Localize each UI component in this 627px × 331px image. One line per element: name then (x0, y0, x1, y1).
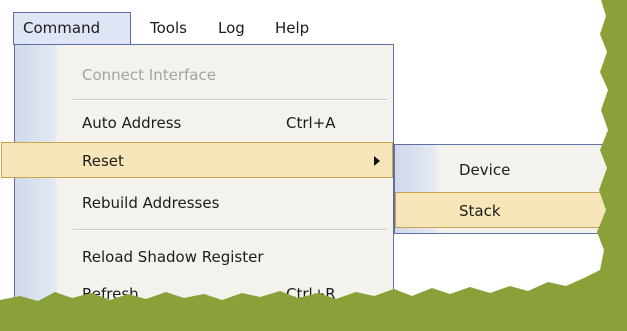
menu-item-label: Auto Address (82, 114, 182, 132)
menu-item-reset[interactable]: Reset (1, 142, 393, 178)
submenu-arrow-icon (374, 156, 380, 166)
menu-item-connect-interface: Connect Interface (15, 57, 393, 93)
screenshot-canvas: Command Tools Log Help Connect Interface… (0, 0, 627, 331)
menu-item-label: Rebuild Addresses (82, 194, 220, 212)
menu-log-label: Log (218, 19, 245, 37)
command-dropdown-menu: Connect Interface Auto Address Ctrl+A Re… (1, 44, 394, 331)
menu-item-refresh[interactable]: Refresh Ctrl+R (15, 276, 393, 312)
menu-log[interactable]: Log (209, 12, 254, 45)
menu-command[interactable]: Command (13, 12, 131, 45)
menu-item-label: Stack (459, 202, 501, 220)
menu-item-label: Reload Shadow Register (82, 248, 264, 266)
menu-bar: Command Tools Log Help (13, 12, 607, 45)
menu-item-rebuild-addresses[interactable]: Rebuild Addresses (15, 185, 393, 221)
menu-item-shortcut: Ctrl+A (286, 114, 336, 132)
reset-submenu: Device Stack (394, 144, 610, 234)
menu-item-shortcut: Ctrl+R (286, 285, 336, 303)
menu-help[interactable]: Help (266, 12, 318, 45)
submenu-item-stack[interactable]: Stack (395, 192, 609, 228)
menu-tools[interactable]: Tools (141, 12, 196, 45)
menu-item-reload-shadow-register[interactable]: Reload Shadow Register (15, 239, 393, 275)
menu-help-label: Help (275, 19, 310, 37)
menu-command-label: Command (23, 19, 101, 37)
menu-item-label: Device (459, 161, 511, 179)
menu-item-label: Refresh (82, 285, 139, 303)
menu-item-label: Connect Interface (82, 66, 216, 84)
menu-item-auto-address[interactable]: Auto Address Ctrl+A (15, 105, 393, 141)
submenu-item-device[interactable]: Device (395, 152, 609, 188)
menu-separator (73, 229, 387, 231)
menu-tools-label: Tools (150, 19, 187, 37)
menu-item-label: Reset (82, 152, 124, 170)
menu-separator (73, 99, 387, 101)
